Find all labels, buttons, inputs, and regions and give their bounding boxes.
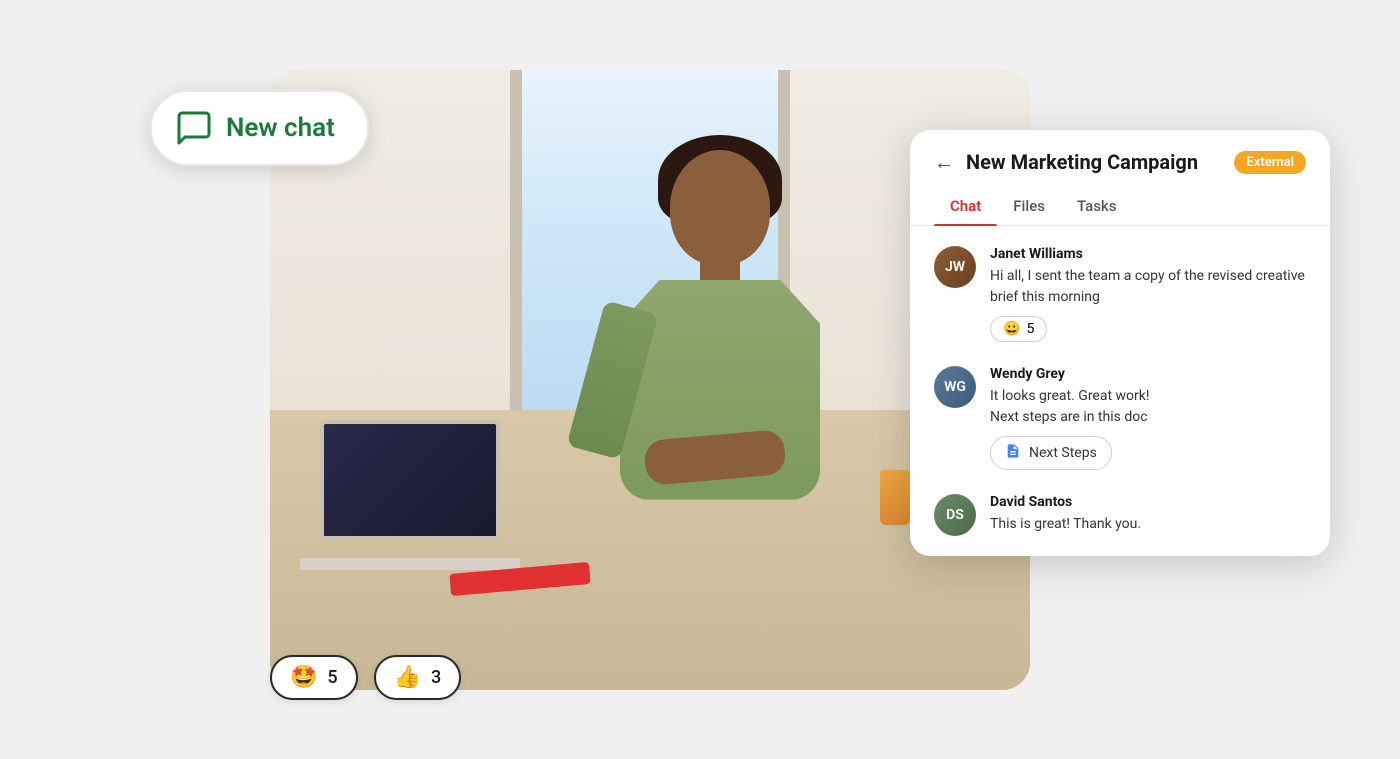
person-figure bbox=[590, 150, 890, 610]
chat-tabs: Chat Files Tasks bbox=[910, 187, 1330, 226]
emoji-pill-thumbsup[interactable]: 👍 3 bbox=[374, 655, 462, 700]
chat-panel-title: New Marketing Campaign bbox=[966, 150, 1222, 174]
emoji-thumbsup: 👍 bbox=[394, 665, 421, 690]
emoji-starstruck: 🤩 bbox=[290, 665, 317, 690]
laptop-base bbox=[300, 558, 520, 570]
sender-david: David Santos bbox=[990, 494, 1306, 510]
laptop-screen bbox=[320, 420, 500, 540]
message-text-wendy: It looks great. Great work!Next steps ar… bbox=[990, 386, 1306, 428]
avatar-wendy bbox=[934, 366, 976, 408]
laptop bbox=[300, 420, 520, 570]
message-content-wendy: Wendy Grey It looks great. Great work!Ne… bbox=[990, 366, 1306, 470]
chat-panel-header: ← New Marketing Campaign External bbox=[910, 130, 1330, 175]
chat-panel: ← New Marketing Campaign External Chat F… bbox=[910, 130, 1330, 556]
chat-bubble-icon bbox=[176, 110, 212, 146]
message-text-janet: Hi all, I sent the team a copy of the re… bbox=[990, 266, 1306, 308]
message-wendy: Wendy Grey It looks great. Great work!Ne… bbox=[934, 366, 1306, 470]
external-badge: External bbox=[1234, 151, 1306, 174]
juice-glass bbox=[880, 470, 910, 525]
message-janet: Janet Williams Hi all, I sent the team a… bbox=[934, 246, 1306, 342]
doc-pill-next-steps[interactable]: Next Steps bbox=[990, 436, 1112, 470]
reaction-emoji-janet: 😀 bbox=[1003, 321, 1020, 337]
document-icon bbox=[1005, 443, 1021, 463]
chat-messages-list: Janet Williams Hi all, I sent the team a… bbox=[910, 226, 1330, 556]
new-chat-label: New chat bbox=[226, 113, 335, 143]
avatar-janet bbox=[934, 246, 976, 288]
avatar-david bbox=[934, 494, 976, 536]
sender-janet: Janet Williams bbox=[990, 246, 1306, 262]
reaction-janet[interactable]: 😀 5 bbox=[990, 316, 1047, 342]
emoji-pill-starstruck[interactable]: 🤩 5 bbox=[270, 655, 358, 700]
tab-files[interactable]: Files bbox=[997, 187, 1061, 225]
emoji-count-starstruck: 5 bbox=[327, 667, 337, 688]
sender-wendy: Wendy Grey bbox=[990, 366, 1306, 382]
laptop-screen-content bbox=[324, 424, 496, 536]
back-arrow-button[interactable]: ← bbox=[934, 150, 954, 175]
new-chat-bubble[interactable]: New chat bbox=[150, 90, 369, 166]
tab-chat[interactable]: Chat bbox=[934, 187, 997, 225]
message-text-david: This is great! Thank you. bbox=[990, 514, 1306, 535]
person-head bbox=[670, 150, 770, 265]
emoji-reactions-bar: 🤩 5 👍 3 bbox=[270, 655, 461, 700]
message-content-david: David Santos This is great! Thank you. bbox=[990, 494, 1306, 535]
reaction-count-janet: 5 bbox=[1026, 321, 1034, 337]
tab-tasks[interactable]: Tasks bbox=[1061, 187, 1133, 225]
message-content-janet: Janet Williams Hi all, I sent the team a… bbox=[990, 246, 1306, 342]
doc-pill-label: Next Steps bbox=[1029, 445, 1097, 461]
emoji-count-thumbsup: 3 bbox=[431, 667, 441, 688]
message-david: David Santos This is great! Thank you. bbox=[934, 494, 1306, 536]
